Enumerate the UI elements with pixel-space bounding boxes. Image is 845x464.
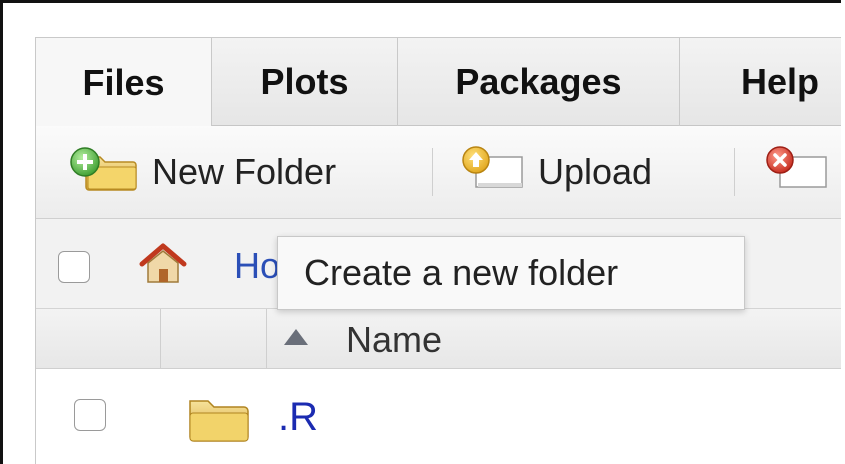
new-folder-label: New Folder [152,151,337,192]
tab-help[interactable]: Help [680,38,841,126]
upload-icon [460,145,526,200]
delete-icon [764,145,830,200]
new-folder-button[interactable]: New Folder [68,126,336,218]
select-all-checkbox[interactable] [58,251,90,283]
folder-icon [184,393,252,448]
folder-plus-icon [68,145,140,200]
name-column-header[interactable]: Name [346,319,442,361]
upload-label: Upload [538,151,653,192]
tab-plots[interactable]: Plots [212,38,398,126]
file-list-header: Name [36,309,841,369]
rstudio-window: Files Plots Packages Help New Folder Upl… [0,0,841,464]
table-row[interactable]: .R [36,369,841,464]
delete-button[interactable] [764,126,841,218]
home-icon[interactable] [138,243,188,290]
toolbar-separator [432,148,433,196]
sort-ascending-icon [284,329,308,345]
file-name-link[interactable]: .R [278,395,318,440]
column-divider [266,309,267,369]
tab-packages[interactable]: Packages [398,38,680,126]
upload-button[interactable]: Upload [460,126,652,218]
tab-files[interactable]: Files [36,38,212,127]
new-folder-tooltip: Create a new folder [277,236,745,310]
row-checkbox[interactable] [74,399,106,431]
tab-bar: Files Plots Packages Help [36,38,841,127]
home-breadcrumb-link[interactable]: Ho [234,245,280,287]
toolbar-separator [734,148,735,196]
files-toolbar: New Folder Upload [36,126,841,219]
column-divider [160,309,161,369]
